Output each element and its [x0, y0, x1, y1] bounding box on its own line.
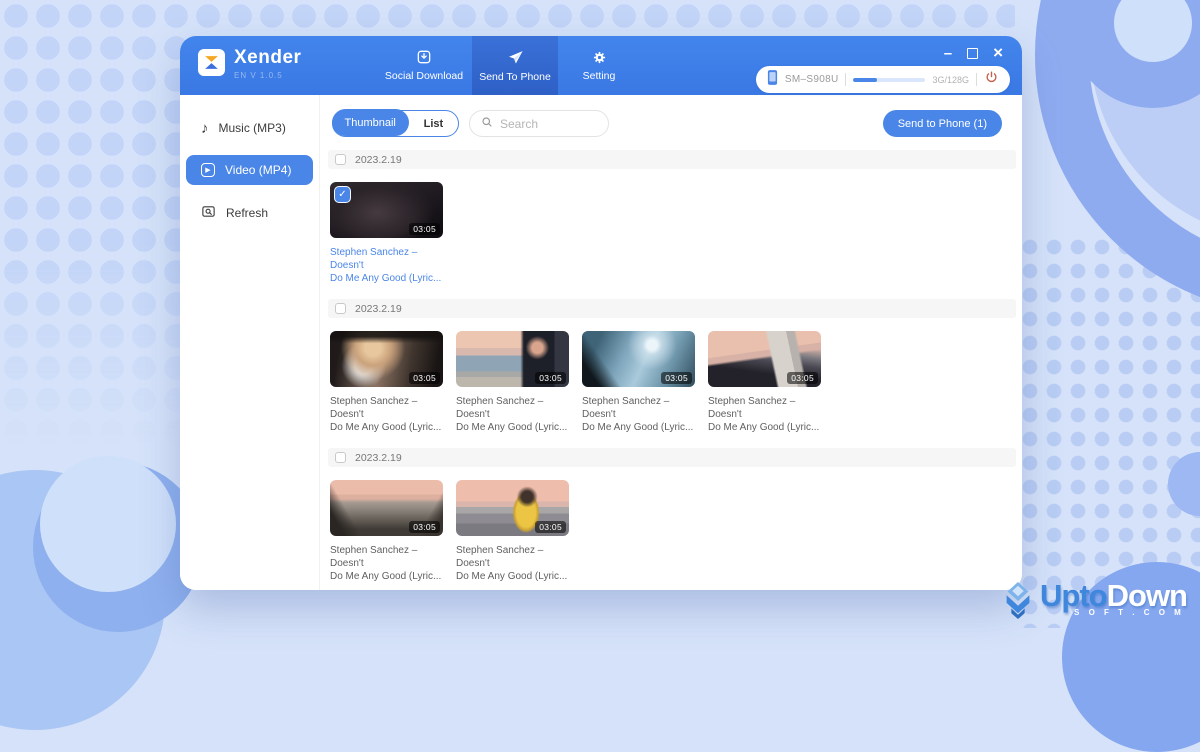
date-checkbox[interactable]	[335, 452, 346, 463]
video-card[interactable]: 03:05 Stephen Sanchez – Doesn't Do Me An…	[582, 331, 695, 434]
maximize-button[interactable]	[967, 46, 978, 60]
refresh-folder-icon	[201, 204, 216, 222]
search-input[interactable]	[500, 117, 595, 131]
video-card[interactable]: 03:05 Stephen Sanchez – Doesn't Do Me An…	[456, 331, 569, 434]
app-name: Xender	[234, 47, 301, 69]
storage-progress	[853, 78, 925, 82]
minimize-button[interactable]: –	[944, 46, 952, 60]
decor-crescent-inner	[40, 456, 176, 592]
sidebar: ♪ Music (MP3) ▶ Video (MP4) Refresh	[180, 95, 320, 590]
video-card[interactable]: 03:05 Stephen Sanchez – Doesn't Do Me An…	[456, 480, 569, 583]
duration-badge: 03:05	[409, 223, 440, 235]
xender-window: Xender EN V 1.0.5 Social Download	[180, 36, 1022, 590]
main-content: Thumbnail List Send to Phone (1) 2023.2.…	[321, 95, 1022, 590]
connected-device-pill: SM–S908U 3G/128G	[756, 66, 1010, 93]
sidebar-item-label: Video (MP4)	[225, 163, 291, 177]
duration-badge: 03:05	[661, 372, 692, 384]
tab-setting[interactable]: Setting	[558, 36, 640, 95]
app-version: EN V 1.0.5	[234, 71, 301, 80]
window-header: Xender EN V 1.0.5 Social Download	[180, 36, 1022, 95]
video-group: 2023.2.19 ✓ 03:05 Stephen Sanchez – Does…	[328, 150, 1016, 285]
uptodown-logo: UptoDown S O F T . C O M	[999, 581, 1187, 624]
sidebar-item-label: Refresh	[226, 206, 268, 220]
view-toggle: Thumbnail List	[332, 110, 459, 137]
maximize-icon	[967, 48, 978, 59]
uptodown-wordmark: UptoDown S O F T . C O M	[1040, 581, 1187, 617]
disconnect-power-icon[interactable]	[984, 70, 999, 90]
video-card[interactable]: 03:05 Stephen Sanchez – Doesn't Do Me An…	[330, 480, 443, 583]
card-row: 03:05 Stephen Sanchez – Doesn't Do Me An…	[330, 331, 1016, 434]
tab-social-download[interactable]: Social Download	[376, 36, 472, 95]
divider	[845, 73, 846, 86]
video-title[interactable]: Stephen Sanchez – Doesn't Do Me Any Good…	[456, 395, 569, 434]
view-list-button[interactable]: List	[409, 118, 458, 130]
download-box-icon	[416, 49, 432, 65]
video-group: 2023.2.19 03:05 Stephen Sanchez – Doesn'…	[328, 299, 1016, 434]
header-nav: Social Download Send To Phone	[376, 36, 640, 95]
card-row: ✓ 03:05 Stephen Sanchez – Doesn't Do Me …	[330, 182, 1016, 285]
phone-icon	[767, 69, 778, 91]
divider	[976, 73, 977, 86]
date-checkbox[interactable]	[335, 154, 346, 165]
date-row[interactable]: 2023.2.19	[328, 150, 1016, 169]
video-thumbnail[interactable]: 03:05	[456, 480, 569, 536]
xender-logo-icon	[198, 49, 225, 76]
video-title[interactable]: Stephen Sanchez – Doesn't Do Me Any Good…	[330, 395, 443, 434]
date-row[interactable]: 2023.2.19	[328, 299, 1016, 318]
video-title[interactable]: Stephen Sanchez – Doesn't Do Me Any Good…	[456, 544, 569, 583]
date-checkbox[interactable]	[335, 303, 346, 314]
card-row: 03:05 Stephen Sanchez – Doesn't Do Me An…	[330, 480, 1016, 583]
video-play-icon: ▶	[201, 163, 215, 177]
music-note-icon: ♪	[201, 120, 209, 137]
video-thumbnail[interactable]: 03:05	[456, 331, 569, 387]
video-thumbnail[interactable]: 03:05	[330, 331, 443, 387]
app-brand: Xender EN V 1.0.5	[198, 47, 301, 80]
video-thumbnail[interactable]: 03:05	[582, 331, 695, 387]
device-model: SM–S908U	[785, 74, 839, 85]
search-icon	[481, 115, 493, 133]
search-box	[469, 110, 609, 137]
sidebar-item-music[interactable]: ♪ Music (MP3)	[186, 113, 313, 143]
duration-badge: 03:05	[787, 372, 818, 384]
window-controls: – ×	[944, 46, 1003, 60]
date-label: 2023.2.19	[355, 154, 402, 166]
video-title[interactable]: Stephen Sanchez – Doesn't Do Me Any Good…	[582, 395, 695, 434]
video-title[interactable]: Stephen Sanchez – Doesn't Do Me Any Good…	[330, 246, 443, 285]
send-to-phone-button[interactable]: Send to Phone (1)	[883, 110, 1002, 137]
video-title[interactable]: Stephen Sanchez – Doesn't Do Me Any Good…	[330, 544, 443, 583]
video-card[interactable]: 03:05 Stephen Sanchez – Doesn't Do Me An…	[330, 331, 443, 434]
wordmark-subtitle: S O F T . C O M	[1040, 608, 1187, 617]
device-storage: 3G/128G	[932, 75, 969, 85]
sidebar-item-video[interactable]: ▶ Video (MP4)	[186, 155, 313, 185]
video-group: 2023.2.19 03:05 Stephen Sanchez – Doesn'…	[328, 448, 1016, 583]
tab-send-to-phone[interactable]: Send To Phone	[472, 36, 558, 95]
tab-label: Social Download	[385, 70, 463, 82]
tab-label: Send To Phone	[479, 71, 551, 83]
tab-label: Setting	[583, 70, 616, 82]
sidebar-item-refresh[interactable]: Refresh	[186, 198, 313, 228]
storage-progress-fill	[853, 78, 877, 82]
video-card[interactable]: 03:05 Stephen Sanchez – Doesn't Do Me An…	[708, 331, 821, 434]
video-thumbnail[interactable]: 03:05	[330, 480, 443, 536]
date-label: 2023.2.19	[355, 303, 402, 315]
selected-check-icon[interactable]: ✓	[334, 186, 351, 203]
gear-icon	[592, 50, 607, 65]
video-title[interactable]: Stephen Sanchez – Doesn't Do Me Any Good…	[708, 395, 821, 434]
uptodown-arrow-icon	[999, 581, 1037, 624]
video-thumbnail[interactable]: 03:05	[708, 331, 821, 387]
sidebar-item-label: Music (MP3)	[219, 121, 286, 135]
paper-plane-icon	[507, 49, 524, 66]
video-thumbnail[interactable]: ✓ 03:05	[330, 182, 443, 238]
view-thumbnail-button[interactable]: Thumbnail	[332, 109, 409, 136]
duration-badge: 03:05	[409, 372, 440, 384]
video-sections: 2023.2.19 ✓ 03:05 Stephen Sanchez – Does…	[328, 150, 1016, 597]
video-card[interactable]: ✓ 03:05 Stephen Sanchez – Doesn't Do Me …	[330, 182, 443, 285]
duration-badge: 03:05	[409, 521, 440, 533]
close-button[interactable]: ×	[993, 46, 1003, 60]
date-row[interactable]: 2023.2.19	[328, 448, 1016, 467]
duration-badge: 03:05	[535, 372, 566, 384]
date-label: 2023.2.19	[355, 452, 402, 464]
duration-badge: 03:05	[535, 521, 566, 533]
